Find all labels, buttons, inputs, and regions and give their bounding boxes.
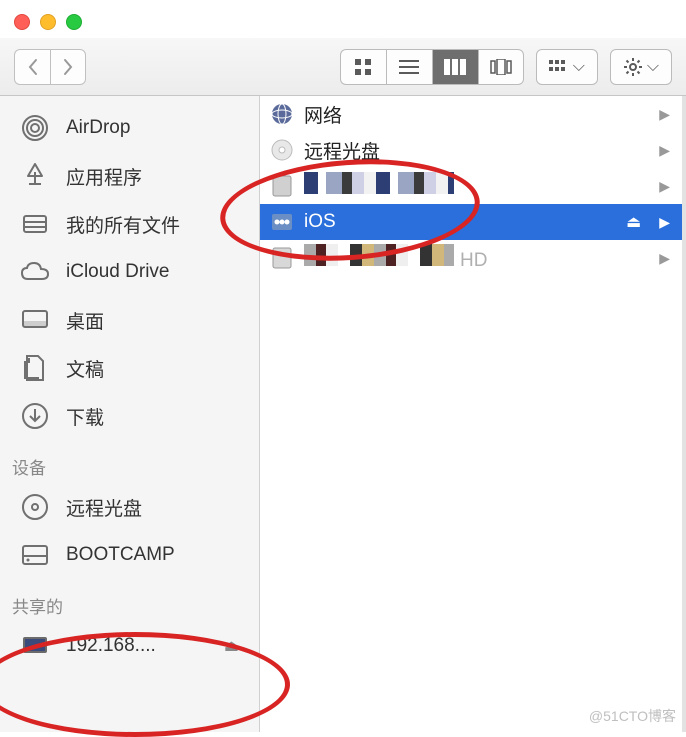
main-item-label — [304, 172, 649, 200]
sidebar-item-bootcamp[interactable]: BOOTCAMP — [0, 531, 259, 579]
watermark: @51CTO博客 — [589, 706, 676, 726]
column-view-button[interactable] — [432, 49, 478, 85]
hdd-icon — [270, 174, 294, 198]
sidebar-item-applications[interactable]: 应用程序 — [0, 152, 259, 200]
sidebar-item-label: BOOTCAMP — [66, 544, 175, 566]
hdd-icon — [270, 246, 294, 270]
sidebar-item-shared-server[interactable]: 192.168.... ⏏ — [0, 622, 259, 670]
main-item-network[interactable]: 网络 ▶ — [260, 96, 682, 132]
traffic-lights — [14, 14, 82, 30]
downloads-icon — [20, 401, 50, 431]
disc-icon — [20, 492, 50, 522]
sidebar-item-label: 下载 — [66, 403, 104, 430]
sidebar-item-label: 文稿 — [66, 355, 104, 382]
sidebar-item-downloads[interactable]: 下载 — [0, 392, 259, 440]
shared-icon — [270, 210, 294, 234]
sidebar-item-remote-disc[interactable]: 远程光盘 — [0, 483, 259, 531]
chevron-down-icon: ⌵ — [647, 58, 659, 76]
list-view-button[interactable] — [386, 49, 432, 85]
main-item-label: 网络 — [304, 101, 649, 128]
apps-icon — [20, 161, 50, 191]
chevron-down-icon: ⌵ — [573, 58, 585, 76]
sidebar-item-label: 192.168.... — [66, 635, 156, 657]
nav-buttons — [14, 49, 86, 85]
sidebar-item-airdrop[interactable]: AirDrop — [0, 104, 259, 152]
icloud-icon — [20, 257, 50, 287]
action-button[interactable]: ⌵ — [610, 49, 672, 85]
forward-button[interactable] — [50, 49, 86, 85]
server-icon — [20, 631, 50, 661]
zoom-window-button[interactable] — [66, 14, 82, 30]
sidebar-item-label: 远程光盘 — [66, 494, 142, 521]
sidebar-item-documents[interactable]: 文稿 — [0, 344, 259, 392]
icon-view-button[interactable] — [340, 49, 386, 85]
sidebar-item-desktop[interactable]: 桌面 — [0, 296, 259, 344]
coverflow-view-button[interactable] — [478, 49, 524, 85]
sidebar-item-allfiles[interactable]: 我的所有文件 — [0, 200, 259, 248]
column-view-main: 网络 ▶ 远程光盘 ▶ ▶ iOS ⏏ ▶ HD ▶ — [260, 96, 686, 732]
toolbar: ⌵ ⌵ — [0, 38, 686, 96]
main-item-label: 远程光盘 — [304, 137, 649, 164]
minimize-window-button[interactable] — [40, 14, 56, 30]
main-item-label: HD — [304, 244, 649, 272]
close-window-button[interactable] — [14, 14, 30, 30]
sidebar-item-icloud[interactable]: iCloud Drive — [0, 248, 259, 296]
main-item-pixelated-1[interactable]: ▶ — [260, 168, 682, 204]
sidebar: AirDrop 应用程序 我的所有文件 iCloud Drive 桌面 文稿 下… — [0, 96, 260, 732]
main-item-remote-disc[interactable]: 远程光盘 ▶ — [260, 132, 682, 168]
group-button[interactable]: ⌵ — [536, 49, 598, 85]
view-switcher — [340, 49, 524, 85]
chevron-right-icon: ▶ — [659, 142, 670, 159]
back-button[interactable] — [14, 49, 50, 85]
hdd-icon — [20, 540, 50, 570]
main-item-pixelated-2[interactable]: HD ▶ — [260, 240, 682, 276]
devices-header: 设备 — [0, 440, 259, 483]
main-item-ios[interactable]: iOS ⏏ ▶ — [260, 204, 682, 240]
documents-icon — [20, 353, 50, 383]
shared-header: 共享的 — [0, 579, 259, 622]
sidebar-item-label: 应用程序 — [66, 163, 142, 190]
chevron-right-icon: ▶ — [659, 178, 670, 195]
chevron-right-icon: ▶ — [659, 250, 670, 267]
desktop-icon — [20, 305, 50, 335]
disc-icon — [270, 138, 294, 162]
eject-icon[interactable]: ⏏ — [224, 636, 239, 656]
sidebar-item-label: 桌面 — [66, 307, 104, 334]
sidebar-item-label: 我的所有文件 — [66, 211, 180, 238]
eject-icon[interactable]: ⏏ — [626, 212, 641, 232]
sidebar-item-label: iCloud Drive — [66, 261, 169, 283]
chevron-right-icon: ▶ — [659, 214, 670, 231]
main-item-label: iOS — [304, 211, 616, 233]
network-icon — [270, 102, 294, 126]
airdrop-icon — [20, 113, 50, 143]
allfiles-icon — [20, 209, 50, 239]
chevron-right-icon: ▶ — [659, 106, 670, 123]
sidebar-item-label: AirDrop — [66, 117, 130, 139]
